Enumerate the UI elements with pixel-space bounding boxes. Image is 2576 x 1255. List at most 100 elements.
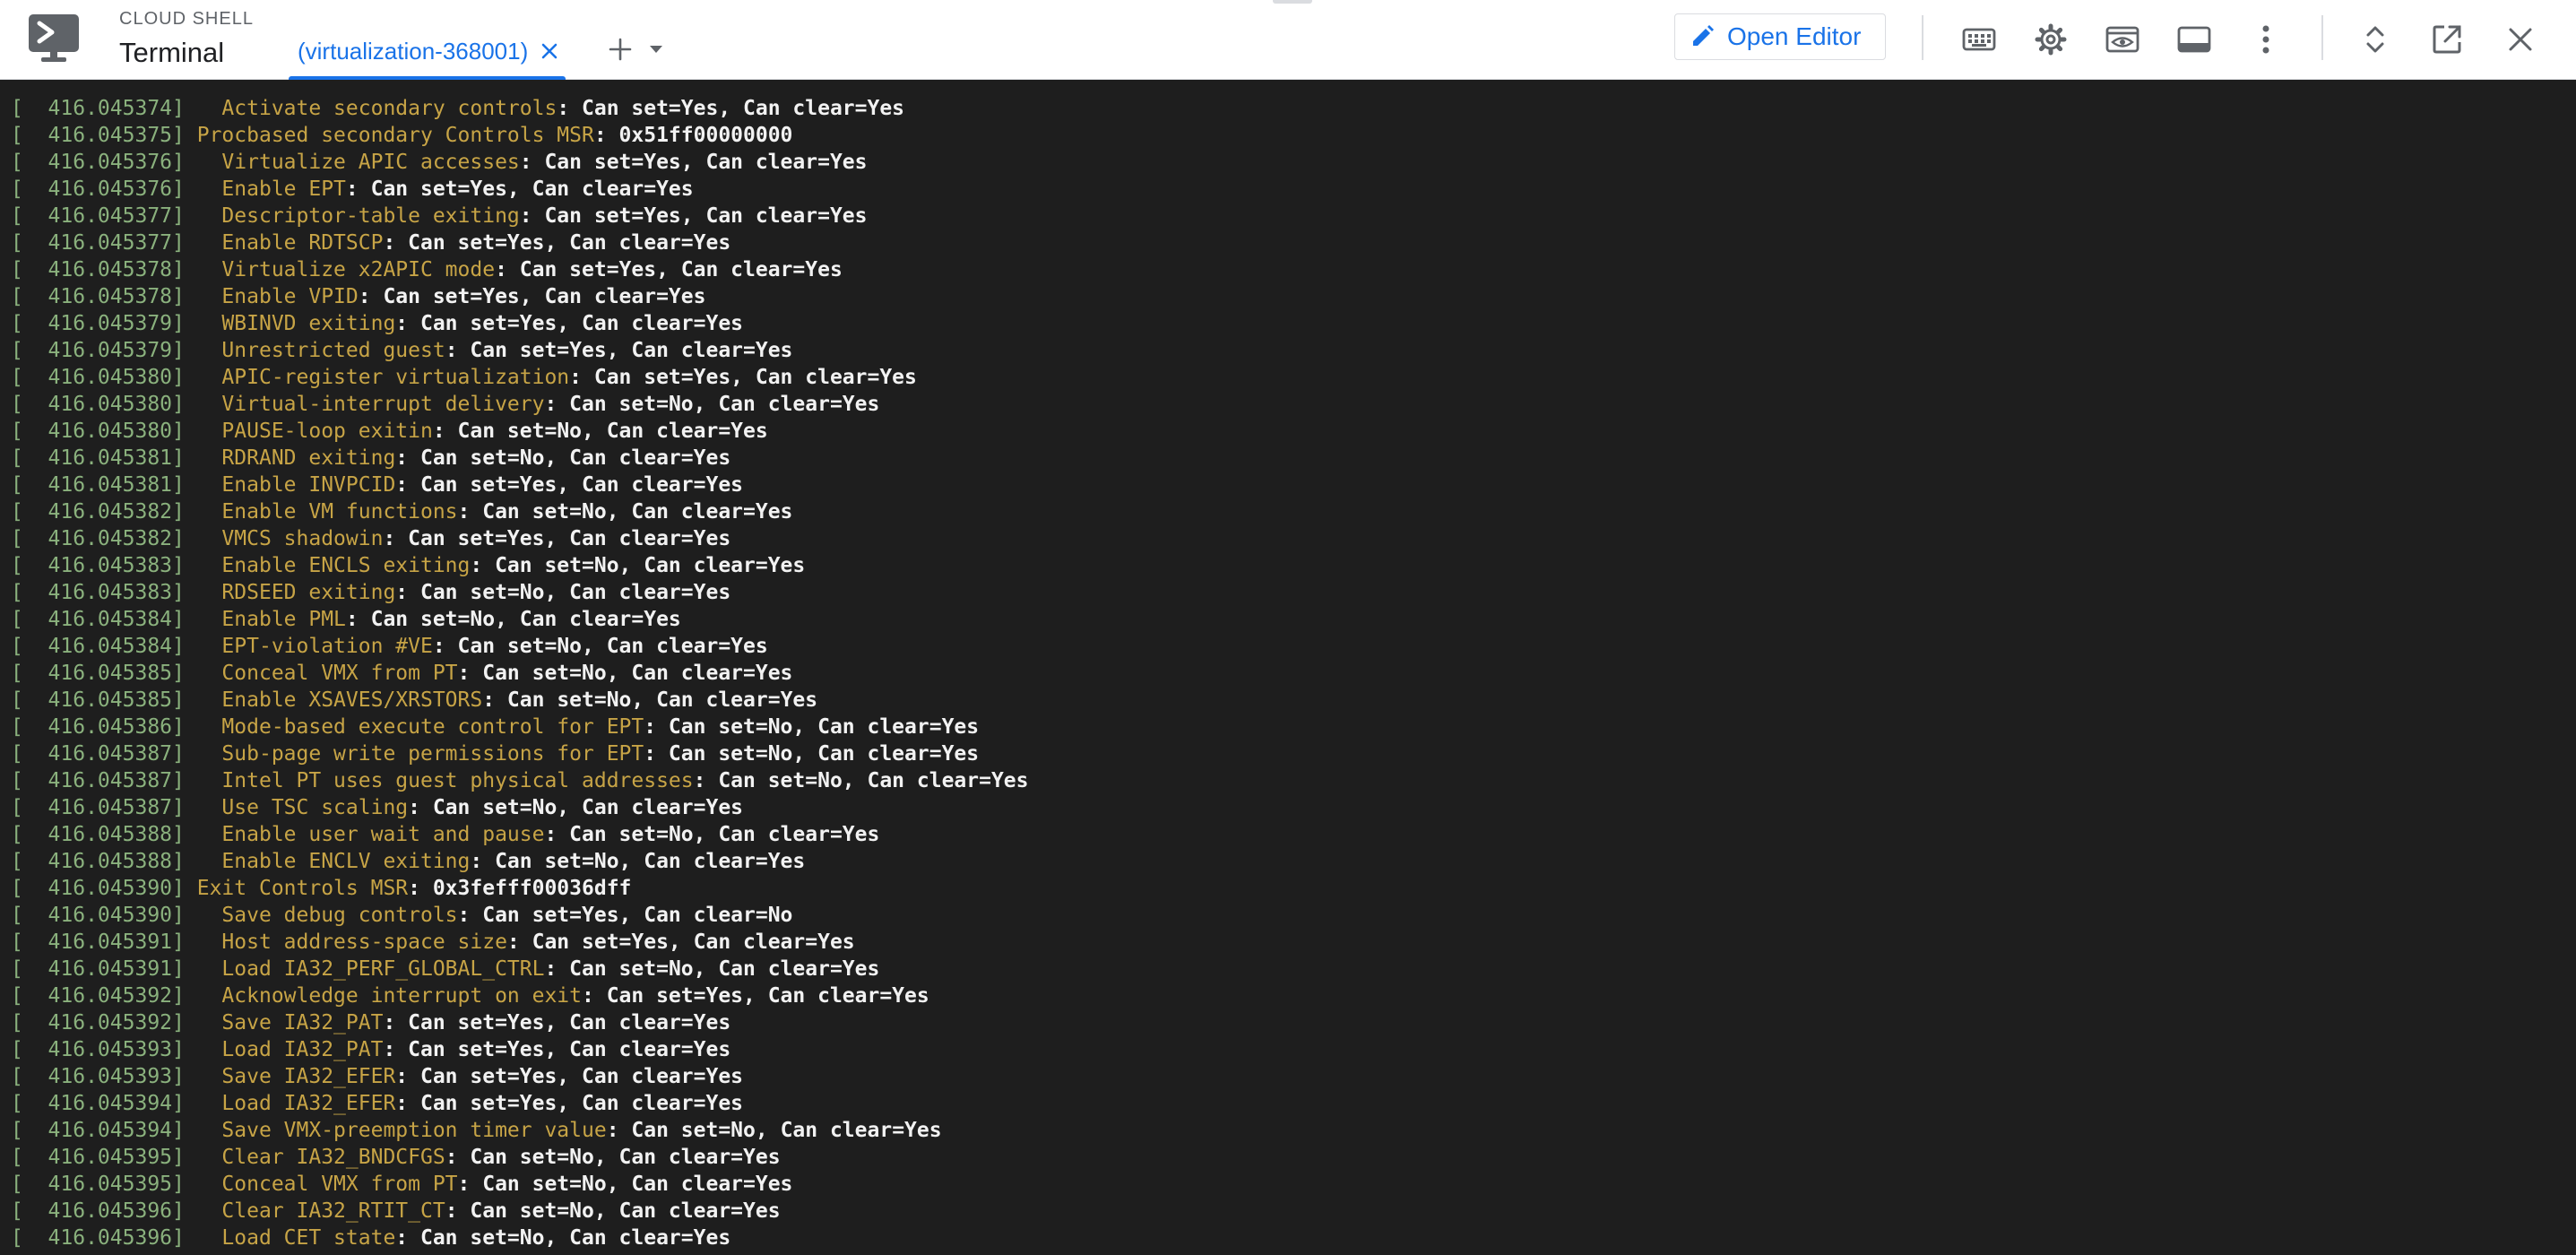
open-editor-button[interactable]: Open Editor — [1674, 13, 1886, 60]
terminal-output[interactable]: [ 416.045374] Activate secondary control… — [0, 81, 2576, 1255]
top-bar: CLOUD SHELL Terminal (virtualization-368… — [0, 0, 2576, 80]
terminal-line: [ 416.045396] Load CET state: Can set=No… — [11, 1225, 1029, 1251]
timestamp: [ 416.045378] — [11, 258, 185, 281]
log-value: : Can set=No, Can clear=Yes — [445, 1146, 781, 1169]
timestamp: [ 416.045379] — [11, 312, 185, 335]
log-key: Host address-space size — [196, 930, 507, 954]
timestamp: [ 416.045392] — [11, 1011, 185, 1034]
terminal-line: [ 416.045384] EPT-violation #VE: Can set… — [11, 633, 1029, 660]
timestamp: [ 416.045393] — [11, 1038, 185, 1061]
timestamp: [ 416.045380] — [11, 393, 185, 416]
resize-handle[interactable] — [1273, 0, 1312, 4]
timestamp: [ 416.045394] — [11, 1092, 185, 1115]
log-value: : Can set=Yes, Can clear=Yes — [519, 151, 868, 174]
caret-down-icon[interactable] — [640, 31, 672, 67]
log-value: : Can set=No, Can clear=Yes — [606, 1119, 942, 1142]
log-value: : Can set=No, Can clear=Yes — [544, 823, 880, 846]
log-key: EPT-violation #VE — [196, 635, 433, 658]
timestamp: [ 416.045380] — [11, 366, 185, 389]
timestamp: [ 416.045379] — [11, 339, 185, 362]
log-value: : Can set=No, Can clear=Yes — [445, 1199, 781, 1223]
log-key: Enable VM functions — [196, 500, 458, 524]
terminal-line: [ 416.045385] Enable XSAVES/XRSTORS: Can… — [11, 687, 1029, 714]
terminal-lines: [ 416.045374] Activate secondary control… — [11, 95, 1029, 1251]
timestamp: [ 416.045377] — [11, 204, 185, 228]
timestamp: [ 416.045383] — [11, 581, 185, 604]
log-key: Enable EPT — [196, 177, 346, 201]
gear-icon[interactable] — [2029, 18, 2072, 61]
terminal-line: [ 416.045393] Load IA32_PAT: Can set=Yes… — [11, 1036, 1029, 1063]
brand: CLOUD SHELL Terminal — [119, 7, 254, 72]
log-key: Exit Controls MSR — [196, 877, 409, 900]
page-title: Terminal — [119, 37, 225, 68]
tab-session[interactable]: (virtualization-368001) — [289, 29, 566, 80]
terminal-line: [ 416.045379] WBINVD exiting: Can set=Ye… — [11, 310, 1029, 337]
log-key: VMCS shadowin — [196, 527, 384, 550]
log-key: Mode-based execute control for EPT — [196, 715, 644, 739]
close-icon[interactable] — [2499, 18, 2542, 61]
log-value: : Can set=No, Can clear=Yes — [544, 393, 880, 416]
keyboard-icon[interactable] — [1958, 18, 2001, 61]
log-value: : Can set=Yes, Can clear=Yes — [506, 930, 855, 954]
timestamp: [ 416.045378] — [11, 285, 185, 308]
timestamp: [ 416.045382] — [11, 527, 185, 550]
open-in-new-icon[interactable] — [2425, 18, 2468, 61]
log-key: Virtualize x2APIC mode — [196, 258, 496, 281]
tab-label[interactable]: (virtualization-368001) — [289, 29, 528, 74]
timestamp: [ 416.045388] — [11, 823, 185, 846]
log-value: : Can set=Yes, Can clear=Yes — [383, 231, 731, 255]
close-icon[interactable] — [533, 29, 566, 74]
log-value: : Can set=Yes, Can clear=No — [457, 904, 793, 927]
terminal-line: [ 416.045395] Conceal VMX from PT: Can s… — [11, 1171, 1029, 1198]
log-value: : Can set=No, Can clear=Yes — [544, 957, 880, 981]
terminal-line: [ 416.045395] Clear IA32_BNDCFGS: Can se… — [11, 1144, 1029, 1171]
timestamp: [ 416.045393] — [11, 1065, 185, 1088]
terminal-line: [ 416.045394] Save VMX-preemption timer … — [11, 1117, 1029, 1144]
log-key: Conceal VMX from PT — [196, 1173, 458, 1196]
log-value: : Can set=Yes, Can clear=Yes — [395, 473, 744, 497]
log-value: : Can set=No, Can clear=Yes — [644, 715, 980, 739]
log-value: : Can set=No, Can clear=Yes — [457, 662, 793, 685]
toolbar-divider — [2321, 15, 2323, 60]
timestamp: [ 416.045394] — [11, 1119, 185, 1142]
timestamp: [ 416.045384] — [11, 635, 185, 658]
log-key: Enable ENCLV exiting — [196, 850, 471, 873]
log-key: Enable user wait and pause — [196, 823, 545, 846]
log-value: : 0x3fefff00036dff — [408, 877, 632, 900]
plus-icon[interactable] — [602, 31, 638, 67]
terminal-line: [ 416.045388] Enable ENCLV exiting: Can … — [11, 848, 1029, 875]
log-key: Intel PT uses guest physical addresses — [196, 769, 694, 792]
timestamp: [ 416.045391] — [11, 957, 185, 981]
panel-icon[interactable] — [2173, 18, 2216, 61]
log-value: : Can set=No, Can clear=Yes — [395, 581, 731, 604]
open-editor-label: Open Editor — [1727, 22, 1862, 50]
log-key: Virtualize APIC accesses — [196, 151, 520, 174]
log-key: Save IA32_PAT — [196, 1011, 384, 1034]
log-value: : 0x51ff00000000 — [593, 124, 793, 147]
log-value: : Can set=Yes, Can clear=Yes — [345, 177, 694, 201]
log-key: Load IA32_PERF_GLOBAL_CTRL — [196, 957, 545, 981]
terminal-line: [ 416.045393] Save IA32_EFER: Can set=Ye… — [11, 1063, 1029, 1090]
log-value: : Can set=No, Can clear=Yes — [395, 446, 731, 470]
log-key: Enable XSAVES/XRSTORS — [196, 688, 483, 712]
more-vert-icon[interactable] — [2244, 18, 2287, 61]
terminal-line: [ 416.045380] Virtual-interrupt delivery… — [11, 391, 1029, 418]
log-key: Enable PML — [196, 608, 346, 631]
log-key: Descriptor-table exiting — [196, 204, 520, 228]
log-key: APIC-register virtualization — [196, 366, 570, 389]
log-value: : Can set=Yes, Can clear=Yes — [582, 984, 929, 1008]
log-key: Virtual-interrupt delivery — [196, 393, 545, 416]
log-key: Procbased secondary Controls MSR — [196, 124, 594, 147]
timestamp: [ 416.045385] — [11, 662, 185, 685]
timestamp: [ 416.045396] — [11, 1226, 185, 1250]
log-value: : Can set=Yes, Can clear=Yes — [395, 312, 744, 335]
terminal-line: [ 416.045388] Enable user wait and pause… — [11, 821, 1029, 848]
log-key: RDSEED exiting — [196, 581, 396, 604]
log-key: Unrestricted guest — [196, 339, 445, 362]
timestamp: [ 416.045376] — [11, 151, 185, 174]
unfold-icon[interactable] — [2354, 18, 2397, 61]
log-value: : Can set=No, Can clear=Yes — [470, 850, 806, 873]
terminal-line: [ 416.045381] RDRAND exiting: Can set=No… — [11, 445, 1029, 472]
web-preview-icon[interactable] — [2101, 18, 2144, 61]
terminal-line: [ 416.045390] Save debug controls: Can s… — [11, 902, 1029, 929]
